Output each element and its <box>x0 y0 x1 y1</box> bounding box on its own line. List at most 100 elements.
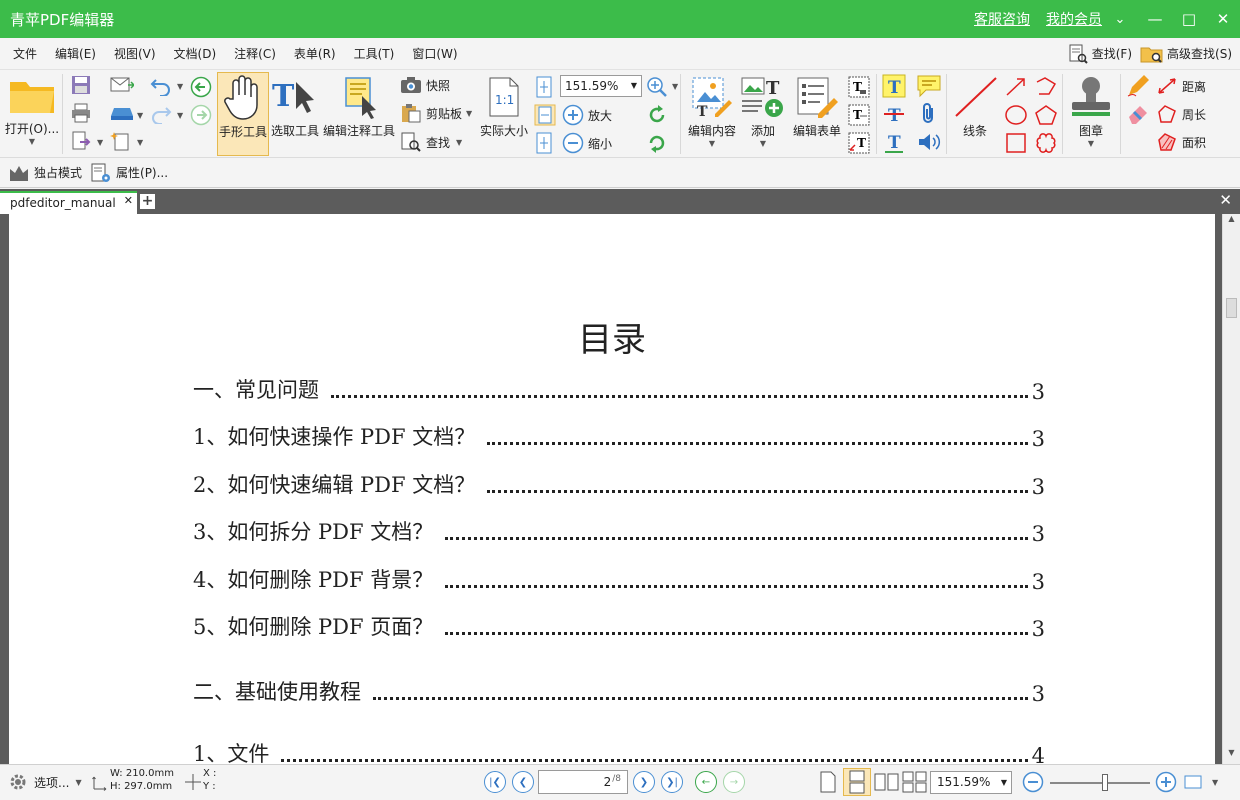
toc-entry[interactable]: 5、如何删除 PDF 页面？ 3 <box>193 611 1045 641</box>
redo-icon[interactable] <box>150 104 172 124</box>
eraser-icon[interactable] <box>1126 102 1150 126</box>
first-page-button[interactable]: |❮ <box>484 771 506 793</box>
callout-text-icon[interactable]: T <box>848 132 870 154</box>
single-page-view-icon[interactable] <box>818 771 838 793</box>
area-button[interactable]: 面积 <box>1156 132 1206 152</box>
chevron-down-icon[interactable]: ▼ <box>1212 778 1218 787</box>
rotate-right-icon[interactable] <box>646 132 668 154</box>
options-button[interactable]: 选项... ▼ <box>8 772 82 792</box>
scrollbar-thumb[interactable] <box>1226 298 1237 318</box>
forward-view-button[interactable]: → <box>723 771 745 793</box>
highlight-text-icon[interactable]: T <box>882 74 906 98</box>
textbox-icon[interactable]: T <box>848 104 870 126</box>
back-view-button[interactable]: ← <box>695 771 717 793</box>
vertical-scrollbar[interactable]: ▲ ▼ <box>1222 214 1240 764</box>
new-tab-button[interactable]: + <box>140 194 155 209</box>
stamp-button[interactable]: 图章 ▼ <box>1066 74 1116 156</box>
zoom-in-button[interactable]: 放大 <box>562 104 612 126</box>
select-tool-button[interactable]: T 选取工具 <box>269 74 321 156</box>
status-zoom-select[interactable]: 151.59% ▼ <box>930 771 1012 794</box>
line-tool-button[interactable]: 线条 <box>950 74 1000 156</box>
customer-service-link[interactable]: 客服咨询 <box>974 9 1030 29</box>
forward-arrow-icon[interactable] <box>190 104 212 126</box>
ribbon-find-button[interactable]: 查找 ▼ <box>400 131 462 153</box>
facing-view-icon[interactable] <box>874 771 900 793</box>
rotate-left-icon[interactable] <box>646 104 668 126</box>
menu-file[interactable]: 文件 <box>0 38 46 70</box>
close-window-button[interactable]: ✕ <box>1206 0 1240 38</box>
toc-entry[interactable]: 二、基础使用教程 3 <box>193 676 1045 706</box>
arrow-tool-icon[interactable] <box>1004 76 1028 98</box>
export-icon[interactable] <box>70 130 92 152</box>
find-button[interactable]: 查找(F) <box>1067 43 1132 65</box>
menu-window[interactable]: 窗口(W) <box>403 38 466 70</box>
last-page-button[interactable]: ❯| <box>661 771 683 793</box>
save-icon[interactable] <box>70 74 92 96</box>
previous-page-button[interactable]: ❮ <box>512 771 534 793</box>
menu-tools[interactable]: 工具(T) <box>345 38 404 70</box>
email-icon[interactable] <box>110 76 134 94</box>
menu-comment[interactable]: 注释(C) <box>225 38 285 70</box>
zoom-slider[interactable] <box>1050 774 1150 791</box>
close-tab-icon[interactable]: ✕ <box>124 191 133 211</box>
tab-pdfeditor-manual[interactable]: pdfeditor_manual ✕ <box>0 191 137 214</box>
toc-entry[interactable]: 4、如何删除 PDF 背景？ 3 <box>193 564 1045 594</box>
fullscreen-icon[interactable] <box>1184 774 1202 790</box>
continuous-view-icon[interactable] <box>843 768 871 796</box>
menu-view[interactable]: 视图(V) <box>105 38 165 70</box>
hand-tool-button[interactable]: 手形工具 <box>217 72 269 156</box>
scroll-down-icon[interactable]: ▼ <box>1223 748 1240 764</box>
scroll-up-icon[interactable]: ▲ <box>1223 214 1240 230</box>
chevron-down-icon[interactable]: ▼ <box>631 81 637 90</box>
zoom-slider-knob[interactable] <box>1102 774 1108 791</box>
menu-document[interactable]: 文档(D) <box>165 38 226 70</box>
edit-content-button[interactable]: T 编辑内容 ▼ <box>684 74 740 156</box>
toc-entry[interactable]: 3、如何拆分 PDF 文档？ 3 <box>193 516 1045 546</box>
new-document-icon[interactable] <box>110 130 132 152</box>
undo-icon[interactable] <box>150 76 172 96</box>
pencil-icon[interactable] <box>1126 74 1150 98</box>
document-viewport[interactable]: 目录 一、常见问题 3 1、如何快速操作 PDF 文档？ 3 2、如何快速编辑 … <box>0 214 1240 764</box>
edit-form-button[interactable]: 编辑表单 <box>790 74 844 156</box>
fit-visible-icon[interactable] <box>534 132 554 154</box>
clipboard-button[interactable]: 剪贴板 ▼ <box>400 103 472 123</box>
underline-icon[interactable]: T <box>882 130 906 154</box>
toc-entry[interactable]: 1、文件 4 <box>193 738 1045 764</box>
actual-size-button[interactable]: 1:1 实际大小 <box>478 74 530 156</box>
menu-edit[interactable]: 编辑(E) <box>46 38 105 70</box>
menu-form[interactable]: 表单(R) <box>285 38 345 70</box>
ellipse-tool-icon[interactable] <box>1004 104 1028 126</box>
maximize-button[interactable]: □ <box>1172 0 1206 38</box>
next-page-button[interactable]: ❯ <box>633 771 655 793</box>
fit-width-icon[interactable] <box>534 104 556 126</box>
chevron-down-icon[interactable]: ▼ <box>1001 772 1007 793</box>
add-button[interactable]: T 添加 ▼ <box>740 74 786 156</box>
properties-button[interactable]: 属性(P)... <box>90 162 168 184</box>
open-button[interactable]: 打开(O)... ▼ <box>4 74 60 156</box>
close-all-tabs-icon[interactable]: ✕ <box>1219 191 1232 209</box>
strikeout-icon[interactable]: T <box>882 102 906 126</box>
polygon-tool-icon[interactable] <box>1034 104 1058 126</box>
toc-entry[interactable]: 一、常见问题 3 <box>193 374 1045 404</box>
zoom-in-icon[interactable] <box>1155 771 1177 793</box>
magnifier-icon[interactable] <box>646 76 668 98</box>
zoom-out-icon[interactable] <box>1022 771 1044 793</box>
advanced-find-button[interactable]: 高级查找(S) <box>1140 43 1232 65</box>
exclusive-mode-button[interactable]: 独占模式 <box>8 164 82 182</box>
scan-icon[interactable] <box>110 104 134 122</box>
edit-annotation-tool-button[interactable]: 编辑注释工具 <box>322 74 396 156</box>
note-icon[interactable] <box>916 74 942 98</box>
minimize-button[interactable]: — <box>1138 0 1172 38</box>
sound-icon[interactable] <box>916 130 942 154</box>
toc-entry[interactable]: 2、如何快速编辑 PDF 文档？ 3 <box>193 469 1045 499</box>
pdf-page[interactable]: 目录 一、常见问题 3 1、如何快速操作 PDF 文档？ 3 2、如何快速编辑 … <box>9 214 1215 764</box>
fit-page-icon[interactable] <box>534 76 554 98</box>
rectangle-tool-icon[interactable] <box>1004 132 1028 154</box>
attachment-icon[interactable] <box>918 102 940 126</box>
chevron-down-icon[interactable]: ⌄ <box>1108 12 1132 27</box>
perimeter-button[interactable]: 周长 <box>1156 104 1206 124</box>
distance-button[interactable]: 距离 <box>1156 76 1206 96</box>
cloud-tool-icon[interactable] <box>1034 132 1058 154</box>
zoom-out-button[interactable]: 缩小 <box>562 132 612 154</box>
my-membership-link[interactable]: 我的会员 <box>1046 9 1102 29</box>
